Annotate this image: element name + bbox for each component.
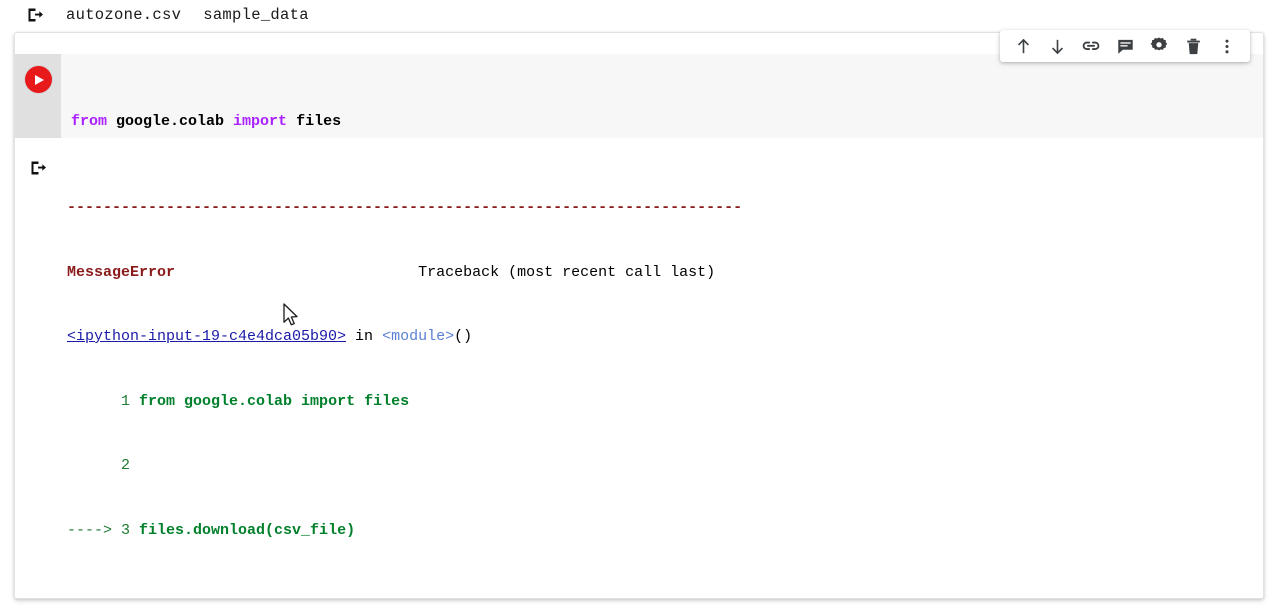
export-icon xyxy=(26,6,44,24)
file-name-sample-data[interactable]: sample_data xyxy=(203,6,309,24)
delete-cell-icon[interactable] xyxy=(1176,31,1210,61)
traceback-output: ----------------------------------------… xyxy=(61,150,1263,598)
frames-toggle[interactable]: 2 frames xyxy=(397,598,494,599)
code-token-files: files xyxy=(296,113,342,130)
collapsed-frames-divider[interactable]: 2 frames xyxy=(67,593,1263,599)
code-token-module: google.colab xyxy=(116,113,234,130)
code-line-1: from google.colab import files xyxy=(71,110,1263,134)
traceback-frame1-line-1: 1 from google.colab import files xyxy=(121,392,410,410)
move-cell-up-icon[interactable] xyxy=(1006,31,1040,61)
traceback-top: ----------------------------------------… xyxy=(61,154,1263,584)
code-token-import: import xyxy=(233,113,297,130)
cell-toolbar xyxy=(1000,30,1250,62)
traceback-header: MessageError Traceback (most recent call… xyxy=(67,263,716,281)
code-editor[interactable]: from google.colab import files files.dow… xyxy=(61,54,1263,138)
run-cell-button[interactable] xyxy=(24,66,52,93)
file-name-autozone[interactable]: autozone.csv xyxy=(66,6,181,24)
link-cell-icon[interactable] xyxy=(1074,31,1108,61)
expand-collapse-chevrons-icon xyxy=(408,598,420,599)
output-export-icon[interactable] xyxy=(29,159,47,598)
frames-count-label: 2 frames xyxy=(425,598,483,599)
code-cell-row: from google.colab import files files.dow… xyxy=(15,54,1263,138)
traceback-frame1-line-2: 2 xyxy=(121,457,131,474)
move-cell-down-icon[interactable] xyxy=(1040,31,1074,61)
traceback-frame1-location: <ipython-input-19-c4e4dca05b90> in <modu… xyxy=(67,328,473,345)
colab-notebook-screen: autozone.csv sample_data from google.col… xyxy=(0,0,1272,610)
traceback-dashes: ----------------------------------------… xyxy=(67,199,743,216)
notebook-cell: from google.colab import files files.dow… xyxy=(14,32,1264,599)
output-gutter xyxy=(15,150,61,598)
output-row: ----------------------------------------… xyxy=(15,150,1263,598)
code-cell-gutter xyxy=(15,54,61,138)
play-icon xyxy=(35,74,44,85)
settings-icon[interactable] xyxy=(1142,31,1176,61)
ipython-input-link[interactable]: <ipython-input-19-c4e4dca05b90> xyxy=(67,328,346,345)
comment-icon[interactable] xyxy=(1108,31,1142,61)
code-token-from: from xyxy=(71,113,117,130)
file-bar: autozone.csv sample_data xyxy=(0,0,1272,30)
traceback-frame1-line-3: ----> 3 files.download(csv_file) xyxy=(67,521,356,539)
more-options-icon[interactable] xyxy=(1210,31,1244,61)
